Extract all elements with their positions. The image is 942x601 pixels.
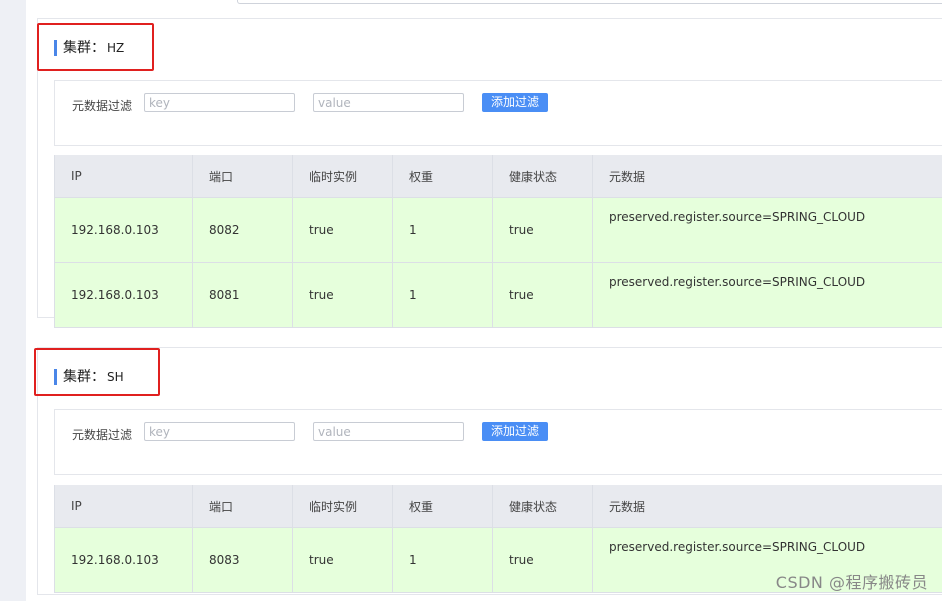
header-weight: 权重: [392, 155, 493, 198]
table-header-row: IP 端口 临时实例 权重 健康状态 元数据: [54, 485, 942, 528]
cell-ip: 192.168.0.103: [54, 262, 193, 328]
add-filter-button[interactable]: 添加过滤: [482, 93, 548, 112]
metadata-filter-panel: 元数据过滤 添加过滤: [54, 80, 942, 146]
header-metadata: 元数据: [592, 155, 942, 198]
cluster-card-sh: 集群：SH 元数据过滤 添加过滤 IP 端口 临时实例 权重 健康状态 元数据 …: [37, 347, 942, 595]
filter-value-input[interactable]: [313, 93, 464, 112]
cell-metadata: preserved.register.source=SPRING_CLOUD: [592, 262, 942, 328]
cell-weight: 1: [392, 197, 493, 263]
left-sidebar-rail: [0, 0, 26, 601]
add-filter-button[interactable]: 添加过滤: [482, 422, 548, 441]
instance-table: IP 端口 临时实例 权重 健康状态 元数据 192.168.0.103 808…: [54, 155, 942, 328]
header-port: 端口: [192, 155, 293, 198]
header-ephemeral: 临时实例: [292, 155, 393, 198]
header-ip: IP: [54, 155, 193, 198]
filter-key-input[interactable]: [144, 422, 295, 441]
header-ephemeral: 临时实例: [292, 485, 393, 528]
top-search-field-edge[interactable]: [237, 0, 942, 4]
cell-ip: 192.168.0.103: [54, 197, 193, 263]
cluster-card-hz: 集群：HZ 元数据过滤 添加过滤 IP 端口 临时实例 权重 健康状态 元数据 …: [37, 18, 942, 328]
metadata-filter-label: 元数据过滤: [72, 99, 133, 113]
highlight-box-sh: [34, 348, 160, 396]
cell-port: 8083: [192, 527, 293, 593]
cell-ip: 192.168.0.103: [54, 527, 193, 593]
table-row: 192.168.0.103 8081 true 1 true preserved…: [54, 262, 942, 328]
cell-port: 8081: [192, 262, 293, 328]
cell-ephemeral: true: [292, 262, 393, 328]
table-header-row: IP 端口 临时实例 权重 健康状态 元数据: [54, 155, 942, 198]
watermark: CSDN @程序搬砖员: [775, 573, 928, 592]
filter-value-input[interactable]: [313, 422, 464, 441]
metadata-filter-panel: 元数据过滤 添加过滤: [54, 409, 942, 475]
header-port: 端口: [192, 485, 293, 528]
cell-ephemeral: true: [292, 527, 393, 593]
header-ip: IP: [54, 485, 193, 528]
highlight-box-hz: [37, 23, 154, 71]
cell-ephemeral: true: [292, 197, 393, 263]
header-health: 健康状态: [492, 485, 593, 528]
header-health: 健康状态: [492, 155, 593, 198]
cell-health: true: [492, 197, 593, 263]
header-weight: 权重: [392, 485, 493, 528]
cell-weight: 1: [392, 527, 493, 593]
cell-port: 8082: [192, 197, 293, 263]
cell-metadata: preserved.register.source=SPRING_CLOUD: [592, 197, 942, 263]
header-metadata: 元数据: [592, 485, 942, 528]
cell-health: true: [492, 262, 593, 328]
cell-health: true: [492, 527, 593, 593]
filter-key-input[interactable]: [144, 93, 295, 112]
metadata-filter-label: 元数据过滤: [72, 428, 133, 442]
table-row: 192.168.0.103 8082 true 1 true preserved…: [54, 197, 942, 263]
cell-weight: 1: [392, 262, 493, 328]
